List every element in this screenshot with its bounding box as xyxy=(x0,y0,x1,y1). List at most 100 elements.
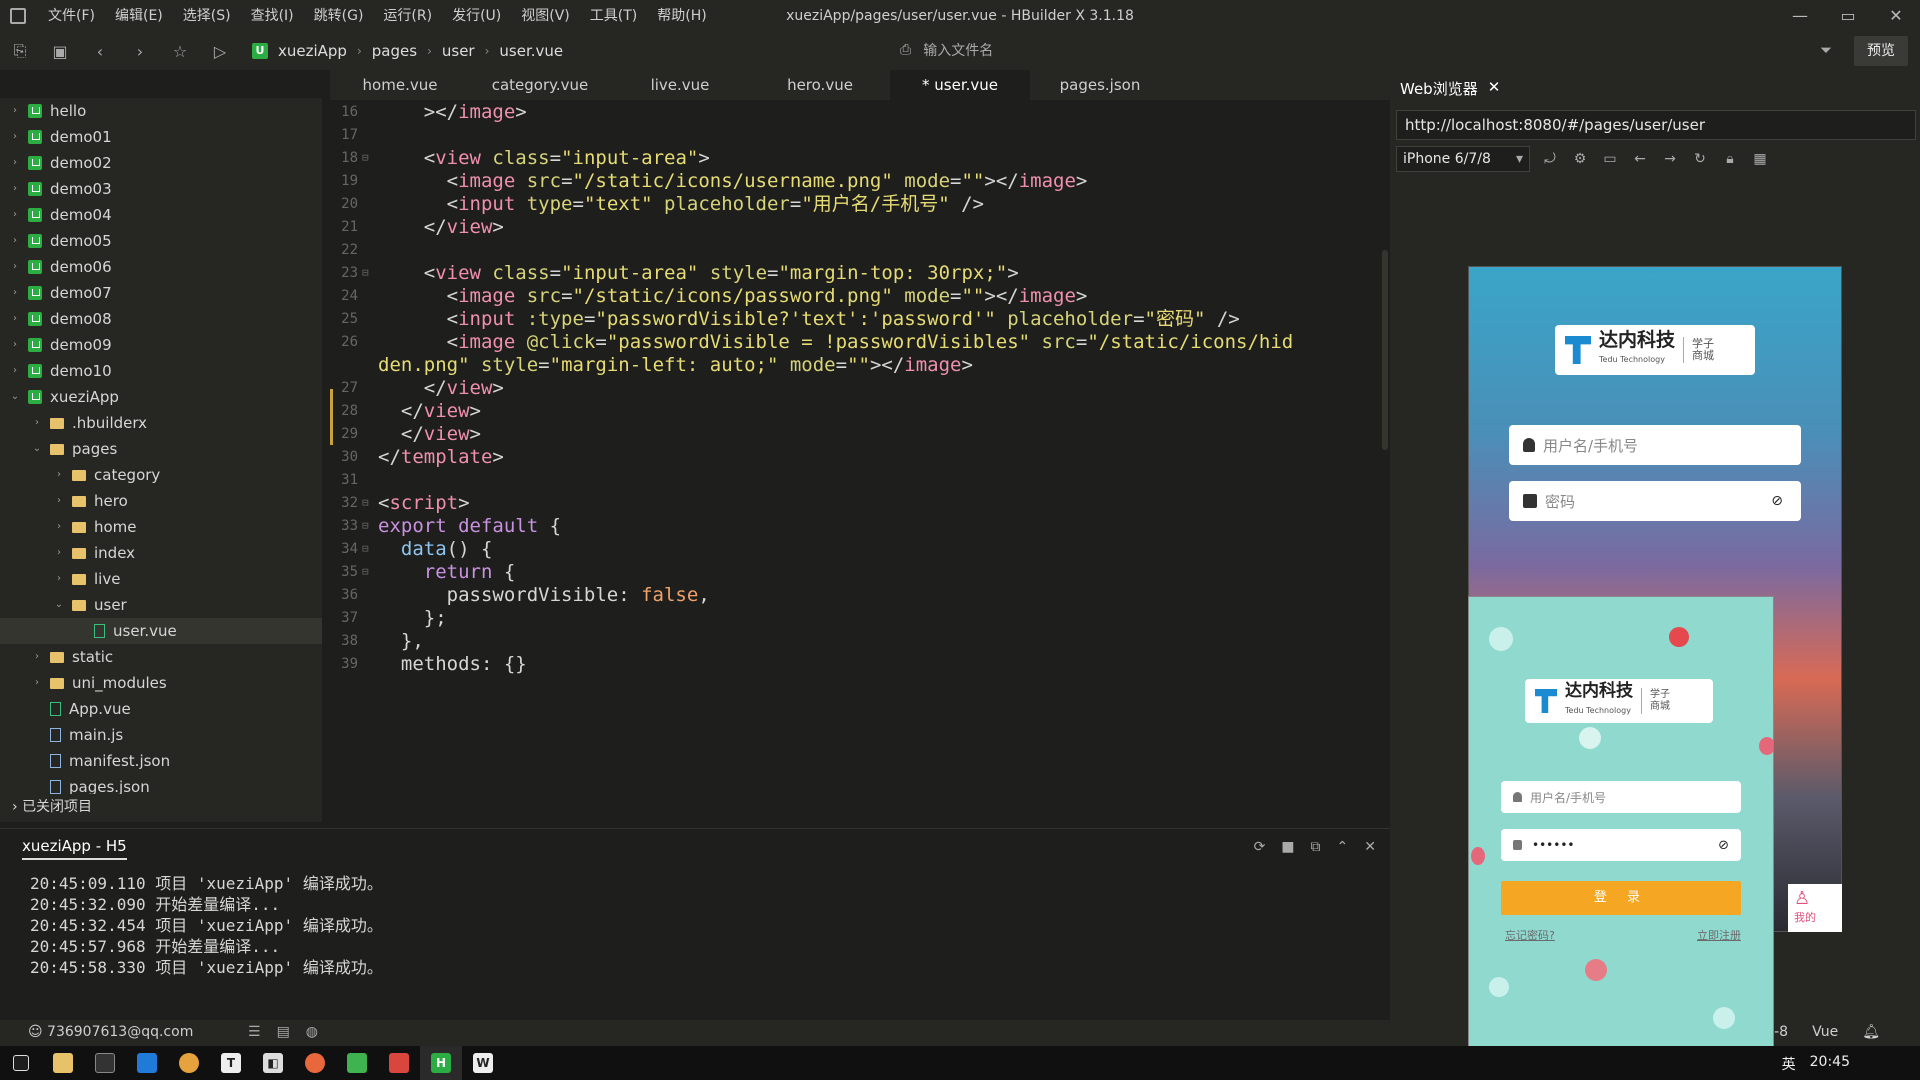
chevron-right-icon[interactable]: › xyxy=(52,514,66,540)
chevron-right-icon[interactable]: › xyxy=(30,670,44,696)
sidebar-item-demo02[interactable]: › demo02 xyxy=(0,150,322,176)
taskbar-word[interactable]: W xyxy=(462,1046,504,1080)
sidebar-item-user[interactable]: ⌄ user xyxy=(0,592,322,618)
sidebar-item-main-js[interactable]: main.js xyxy=(0,722,322,748)
taskbar-app-green[interactable] xyxy=(336,1046,378,1080)
device-select[interactable]: iPhone 6/7/8 xyxy=(1396,146,1530,172)
chevron-right-icon[interactable]: › xyxy=(8,150,22,176)
sidebar-item-demo04[interactable]: › demo04 xyxy=(0,202,322,228)
chevron-right-icon[interactable]: › xyxy=(8,332,22,358)
eye-hidden-icon[interactable]: ⊘ xyxy=(1771,493,1783,509)
password-field[interactable]: •••••• ⊘ xyxy=(1501,829,1741,861)
open-window-icon[interactable]: ⧉ xyxy=(1311,839,1321,855)
sidebar-item-live[interactable]: › live xyxy=(0,566,322,592)
chevron-right-icon[interactable]: › xyxy=(8,202,22,228)
tab-category-vue[interactable]: category.vue xyxy=(470,70,610,100)
close-tab-icon[interactable]: ✕ xyxy=(1488,78,1501,99)
sidebar-item-xueziapp[interactable]: ⌄ xueziApp xyxy=(0,384,322,410)
breadcrumb-file[interactable]: user.vue xyxy=(499,42,563,60)
sidebar-item-hero[interactable]: › hero xyxy=(0,488,322,514)
chevron-right-icon[interactable]: › xyxy=(8,228,22,254)
sidebar-item-manifest-json[interactable]: manifest.json xyxy=(0,748,322,774)
clear-icon[interactable]: ✕ xyxy=(1364,839,1376,855)
breadcrumb-project[interactable]: xueziApp xyxy=(278,42,347,60)
lock-icon[interactable]: 🔒︎ xyxy=(1720,151,1740,167)
fold-icon[interactable]: ⊟ xyxy=(362,558,369,586)
editor-scrollbar[interactable] xyxy=(1382,250,1388,450)
menu-goto[interactable]: 跳转(G) xyxy=(304,0,374,32)
minimize-icon[interactable]: — xyxy=(1776,0,1824,32)
menu-find[interactable]: 查找(I) xyxy=(241,0,304,32)
sidebar-item-static[interactable]: › static xyxy=(0,644,322,670)
menu-help[interactable]: 帮助(H) xyxy=(647,0,716,32)
fold-icon[interactable]: ⊟ xyxy=(362,144,369,172)
rotate-icon[interactable]: ⤾ xyxy=(1540,151,1560,167)
chevron-right-icon[interactable]: › xyxy=(8,280,22,306)
eye-hidden-icon[interactable]: ⊘ xyxy=(1718,838,1729,853)
tab-hero-vue[interactable]: hero.vue xyxy=(750,70,890,100)
sidebar-item-demo05[interactable]: › demo05 xyxy=(0,228,322,254)
menu-view[interactable]: 视图(V) xyxy=(511,0,580,32)
settings-icon[interactable]: ⚙ xyxy=(1570,151,1590,167)
taskbar-hbuilder[interactable]: H xyxy=(420,1046,462,1080)
sidebar-item-hello[interactable]: › hello xyxy=(0,98,322,124)
sidebar-item-category[interactable]: › category xyxy=(0,462,322,488)
account-label[interactable]: ☺ 736907613@qq.com xyxy=(28,1024,193,1040)
taskbar-firefox[interactable] xyxy=(294,1046,336,1080)
sidebar-item-user-vue[interactable]: user.vue xyxy=(0,618,322,644)
run-icon[interactable]: ▷ xyxy=(200,42,240,61)
sidebar-item-demo08[interactable]: › demo08 xyxy=(0,306,322,332)
closed-projects[interactable]: › 已关闭项目 xyxy=(0,794,322,820)
list-icon[interactable]: ☰ xyxy=(248,1024,261,1040)
maximize-icon[interactable]: ▭ xyxy=(1824,0,1872,32)
breadcrumb-pages[interactable]: pages xyxy=(372,42,417,60)
sidebar-item-demo03[interactable]: › demo03 xyxy=(0,176,322,202)
stop-icon[interactable]: ■ xyxy=(1281,839,1294,855)
taskbar-app-red[interactable] xyxy=(378,1046,420,1080)
sidebar-item-home[interactable]: › home xyxy=(0,514,322,540)
taskbar-explorer[interactable] xyxy=(42,1046,84,1080)
collapse-icon[interactable]: ⌃ xyxy=(1337,839,1349,855)
sidebar-item-app-vue[interactable]: App.vue xyxy=(0,696,322,722)
console-tab[interactable]: xueziApp - H5 xyxy=(22,837,127,860)
chevron-right-icon[interactable]: › xyxy=(52,566,66,592)
web-browser-tab[interactable]: Web浏览器 ✕ xyxy=(1400,78,1500,99)
chevron-right-icon[interactable]: › xyxy=(52,540,66,566)
sidebar-item-demo07[interactable]: › demo07 xyxy=(0,280,322,306)
tab-pages-json[interactable]: pages.json xyxy=(1030,70,1170,100)
qrcode-icon[interactable]: ▦ xyxy=(1750,151,1770,167)
taskbar-chrome[interactable] xyxy=(168,1046,210,1080)
chevron-right-icon[interactable]: › xyxy=(8,98,22,124)
tab-home-vue[interactable]: home.vue xyxy=(330,70,470,100)
taskbar-vscode[interactable] xyxy=(126,1046,168,1080)
bell-icon[interactable]: 🔔︎ xyxy=(1862,1024,1880,1040)
chevron-right-icon[interactable]: › xyxy=(52,488,66,514)
globe-icon[interactable]: ◍ xyxy=(306,1024,318,1040)
sidebar-item-hbuilderx[interactable]: › .hbuilderx xyxy=(0,410,322,436)
breadcrumb-user[interactable]: user xyxy=(442,42,475,60)
save-icon[interactable]: ▣ xyxy=(40,42,80,61)
username-field[interactable]: 用户名/手机号 xyxy=(1509,425,1801,465)
refresh-icon[interactable]: ↻ xyxy=(1690,151,1710,167)
menu-file[interactable]: 文件(F) xyxy=(38,0,105,32)
close-icon[interactable]: ✕ xyxy=(1872,0,1920,32)
menu-publish[interactable]: 发行(U) xyxy=(442,0,511,32)
restart-icon[interactable]: ⟳ xyxy=(1254,839,1266,855)
register-link[interactable]: 立即注册 xyxy=(1697,927,1741,943)
login-button[interactable]: 登 录 xyxy=(1501,881,1741,915)
forward-icon[interactable]: › xyxy=(120,42,160,61)
menu-select[interactable]: 选择(S) xyxy=(173,0,241,32)
username-field[interactable]: 用户名/手机号 xyxy=(1501,781,1741,813)
forgot-password-link[interactable]: 忘记密码? xyxy=(1505,927,1555,943)
chevron-right-icon[interactable]: › xyxy=(8,254,22,280)
code-editor[interactable]: 16 ></image> 17 18 ⊟ <view class="input-are… xyxy=(330,100,1390,820)
preview-button[interactable]: 预览 xyxy=(1854,36,1908,66)
sidebar-item-pages[interactable]: ⌄ pages xyxy=(0,436,322,462)
sidebar-item-demo01[interactable]: › demo01 xyxy=(0,124,322,150)
sidebar-item-uni-modules[interactable]: › uni_modules xyxy=(0,670,322,696)
chevron-down-icon[interactable]: ⌄ xyxy=(30,436,44,462)
menu-edit[interactable]: 编辑(E) xyxy=(105,0,173,32)
tab-user-vue[interactable]: * user.vue xyxy=(890,70,1030,100)
chevron-down-icon[interactable]: ⌄ xyxy=(52,592,66,618)
ime-indicator[interactable]: 英 xyxy=(1782,1054,1796,1074)
